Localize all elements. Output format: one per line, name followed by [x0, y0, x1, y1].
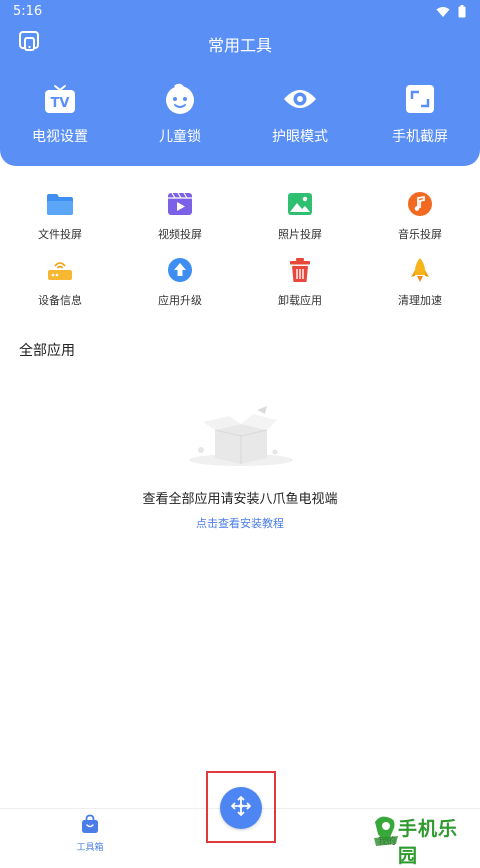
tool-eye-care[interactable]: 护眼模式	[240, 82, 360, 146]
tool-file-cast[interactable]: 文件投屏	[0, 190, 120, 254]
top-tools-row: TV 电视设置 儿童锁 护眼模式 手机截屏	[0, 82, 480, 146]
tool-photo-cast[interactable]: 照片投屏	[240, 190, 360, 254]
tool-label: 应用升级	[158, 294, 202, 307]
tool-label: 照片投屏	[278, 228, 322, 241]
tool-label: 电视设置	[32, 129, 88, 145]
empty-state-message: 查看全部应用请安装八爪鱼电视端	[142, 492, 338, 507]
eye-icon	[283, 82, 317, 116]
tool-label: 文件投屏	[38, 228, 82, 241]
tool-uninstall-app[interactable]: 卸载应用	[240, 256, 360, 320]
status-bar: 5:16	[0, 0, 480, 24]
router-icon	[46, 256, 74, 284]
tool-label: 儿童锁	[159, 129, 201, 145]
tool-music-cast[interactable]: 音乐投屏	[360, 190, 480, 254]
tool-clean-boost[interactable]: 清理加速	[360, 256, 480, 320]
empty-box-illustration	[185, 402, 297, 468]
tool-label: 视频投屏	[158, 228, 202, 241]
trash-icon	[286, 256, 314, 284]
move-arrows-icon	[230, 795, 252, 821]
status-time: 5:16	[13, 4, 43, 19]
watermark-text: 手机乐园	[398, 818, 459, 867]
rocket-icon	[406, 256, 434, 284]
battery-icon	[458, 5, 466, 22]
tool-device-info[interactable]: 设备信息	[0, 256, 120, 320]
tool-app-upgrade[interactable]: 应用升级	[120, 256, 240, 320]
floating-move-button[interactable]	[220, 787, 262, 829]
tools-grid: 文件投屏 视频投屏 照片投屏 音乐投屏 设备信息 应用升级 卸载应用 清理加速	[0, 190, 480, 320]
watermark-logo: 手机乐园	[372, 812, 476, 867]
screenshot-icon	[403, 82, 437, 116]
nav-label: 工具箱	[76, 843, 104, 853]
photo-icon	[286, 190, 314, 218]
install-tutorial-link[interactable]: 点击查看安装教程	[0, 515, 480, 531]
tool-label: 清理加速	[398, 294, 442, 307]
video-icon	[166, 190, 194, 218]
tool-child-lock[interactable]: 儿童锁	[120, 82, 240, 146]
tool-tv-settings[interactable]: TV 电视设置	[0, 82, 120, 146]
page-title: 常用工具	[207, 36, 272, 55]
tool-screenshot[interactable]: 手机截屏	[360, 82, 480, 146]
tool-label: 设备信息	[38, 294, 82, 307]
upgrade-icon	[166, 256, 194, 284]
folder-icon	[46, 190, 74, 218]
tool-label: 音乐投屏	[398, 228, 442, 241]
shopping-bag-icon	[80, 814, 100, 838]
music-icon	[406, 190, 434, 218]
wifi-icon	[436, 6, 450, 22]
nav-tab-toolbox[interactable]: 工具箱	[72, 814, 108, 853]
tv-icon: TV	[43, 82, 77, 116]
child-face-icon	[163, 82, 197, 116]
header-panel: 5:16 常用工具 TV 电视设置 儿童锁 护眼模式 手机截屏	[0, 0, 480, 166]
tool-label: 卸载应用	[278, 294, 322, 307]
tool-video-cast[interactable]: 视频投屏	[120, 190, 240, 254]
section-title-all-apps: 全部应用	[19, 343, 75, 359]
tool-label: 手机截屏	[392, 129, 448, 145]
svg-text:TV: TV	[51, 96, 70, 111]
tool-label: 护眼模式	[272, 129, 328, 145]
